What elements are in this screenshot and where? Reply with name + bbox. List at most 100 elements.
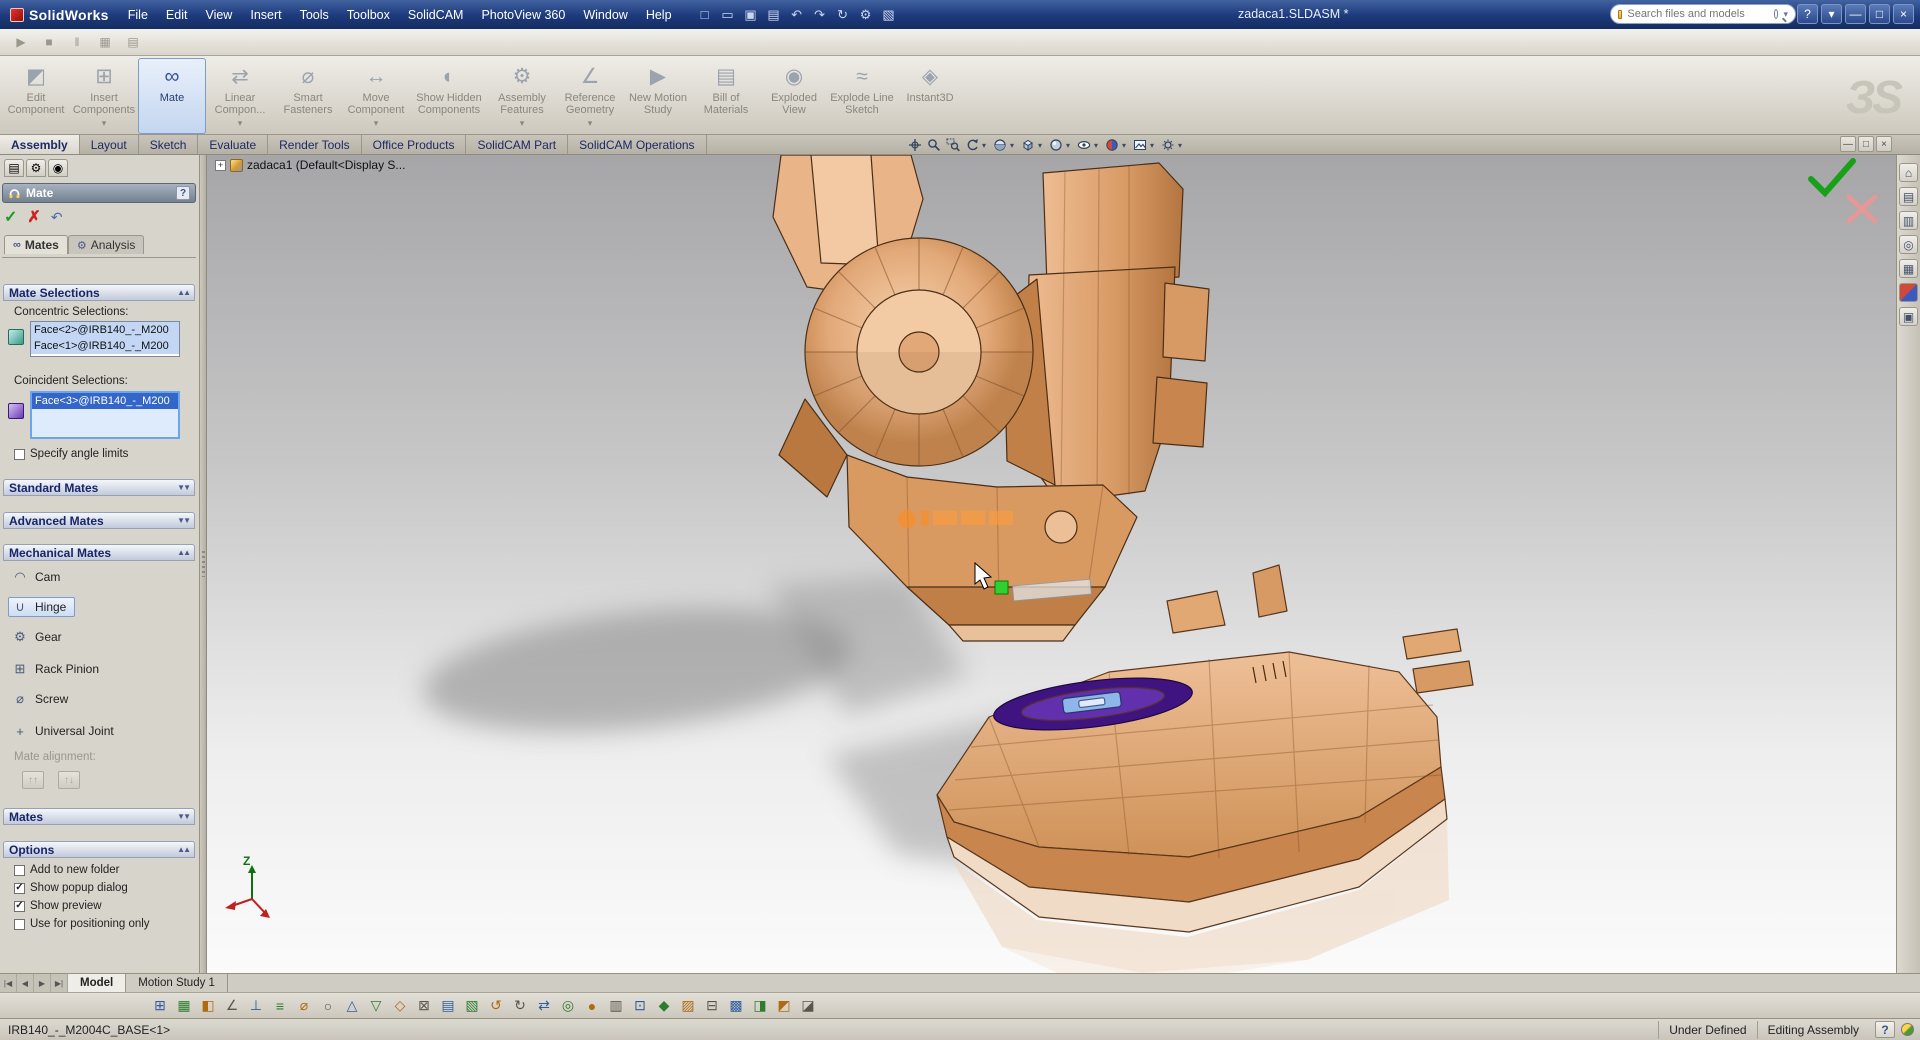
tab-solidcam-part[interactable]: SolidCAM Part <box>466 135 568 154</box>
viewport[interactable]: Z + zadaca1 (Default<Display S... <box>207 155 1896 973</box>
show-preview-checkbox[interactable]: ✓ Show preview <box>14 899 102 913</box>
checkbox[interactable] <box>14 865 25 876</box>
3d-model-canvas[interactable]: Z <box>207 155 1896 973</box>
bottom-tool-icon[interactable]: ⊠ <box>414 996 434 1016</box>
bottom-tool-icon[interactable]: △ <box>342 996 362 1016</box>
view-orientation-icon[interactable] <box>1019 136 1037 154</box>
dropdown-caret-icon[interactable]: ▾ <box>1122 141 1130 150</box>
maximize-button[interactable]: □ <box>1869 4 1890 24</box>
quick-tips-icon[interactable]: ? <box>1875 1021 1895 1038</box>
crosshair-icon[interactable] <box>906 136 924 154</box>
robot-arm-part[interactable] <box>773 155 1209 641</box>
tab-layout[interactable]: Layout <box>80 135 139 154</box>
appearance-icon[interactable]: ▧ <box>879 5 899 25</box>
checkbox[interactable] <box>14 449 25 460</box>
bottom-tool-icon[interactable]: ⇄ <box>534 996 554 1016</box>
bottom-tool-icon[interactable]: ◪ <box>798 996 818 1016</box>
list-item[interactable]: Face<1>@IRB140_-_M200 <box>31 338 179 354</box>
redo-icon[interactable]: ↷ <box>810 5 830 25</box>
smart-fasteners-button[interactable]: ⌀ Smart Fasteners <box>274 58 342 134</box>
bottom-tool-icon[interactable]: ⌀ <box>294 996 314 1016</box>
dropdown-caret-icon[interactable]: ▾ <box>1150 141 1158 150</box>
tab-mates[interactable]: ∞ Mates <box>4 235 68 254</box>
move-component-button[interactable]: ↔ Move Component ▾ <box>342 58 410 134</box>
new-document-icon[interactable]: □ <box>695 5 715 25</box>
tab-scroll-first[interactable]: |◀ <box>0 974 17 992</box>
confirmation-corner[interactable] <box>1811 161 1875 221</box>
group-mates[interactable]: Mates ▼▼ <box>3 808 195 825</box>
help-button[interactable]: ? <box>1797 4 1818 24</box>
coincident-selections-list[interactable]: Face<3>@IRB140_-_M200 <box>30 391 180 439</box>
dropdown-caret-icon[interactable]: ▾ <box>1066 141 1074 150</box>
edit-appearance-icon[interactable] <box>1103 136 1121 154</box>
viewport-close-button[interactable]: × <box>1876 136 1892 152</box>
view-palette-icon[interactable]: ▦ <box>1899 259 1918 278</box>
edit-component-button[interactable]: ◩ Edit Component <box>2 58 70 134</box>
dropdown-caret-icon[interactable]: ▾ <box>1094 141 1102 150</box>
tab-assembly[interactable]: Assembly <box>0 135 80 154</box>
results-icon[interactable]: ▤ <box>122 32 144 52</box>
dropdown-caret-icon[interactable]: ▾ <box>1010 141 1018 150</box>
tab-sketch[interactable]: Sketch <box>139 135 199 154</box>
search-icon[interactable]: ◎ <box>1899 235 1918 254</box>
mate-type-cam[interactable]: ◠ Cam <box>8 567 69 587</box>
hide-show-items-icon[interactable] <box>1075 136 1093 154</box>
bottom-tool-icon[interactable]: ∠ <box>222 996 242 1016</box>
bottom-tool-icon[interactable]: ▽ <box>366 996 386 1016</box>
stop-icon[interactable]: ■ <box>38 32 60 52</box>
mate-type-hinge[interactable]: ∪ Hinge <box>8 597 75 617</box>
bottom-tool-icon[interactable]: ▨ <box>678 996 698 1016</box>
propertymanager-tab[interactable]: ▤ <box>4 159 24 177</box>
print-icon[interactable]: ▤ <box>764 5 784 25</box>
use-for-positioning-only-checkbox[interactable]: Use for positioning only <box>14 917 150 931</box>
new-motion-study-button[interactable]: ▶ New Motion Study <box>624 58 692 134</box>
appearances-tab[interactable]: ⚙ <box>26 159 46 177</box>
bottom-tool-icon[interactable]: ◆ <box>654 996 674 1016</box>
zoom-fit-icon[interactable] <box>925 136 943 154</box>
bottom-tool-icon[interactable]: ↺ <box>486 996 506 1016</box>
mate-type-universal-joint[interactable]: + Universal Joint <box>8 721 123 741</box>
bottom-tool-icon[interactable]: ⊥ <box>246 996 266 1016</box>
bottom-tool-icon[interactable]: ▤ <box>438 996 458 1016</box>
pause-icon[interactable]: ‖ <box>66 32 88 52</box>
tab-scroll-next[interactable]: ▶ <box>34 974 51 992</box>
menu-help[interactable]: Help <box>637 4 681 26</box>
bottom-tool-icon[interactable]: ◩ <box>774 996 794 1016</box>
help-icon[interactable]: ? <box>176 186 190 200</box>
assembly-tree-label[interactable]: zadaca1 (Default<Display S... <box>247 158 405 172</box>
menu-tools[interactable]: Tools <box>291 4 338 26</box>
bill-of-materials-button[interactable]: ▤ Bill of Materials <box>692 58 760 134</box>
previous-view-icon[interactable] <box>963 136 981 154</box>
exploded-view-button[interactable]: ◉ Exploded View <box>760 58 828 134</box>
design-library-icon[interactable]: ▤ <box>1899 187 1918 206</box>
panel-splitter[interactable] <box>200 155 207 973</box>
specify-angle-limits-checkbox[interactable]: Specify angle limits <box>14 447 128 461</box>
custom-properties-icon[interactable]: ▣ <box>1899 307 1918 326</box>
viewport-minimize-button[interactable]: — <box>1840 136 1856 152</box>
display-style-icon[interactable] <box>1047 136 1065 154</box>
menu-window[interactable]: Window <box>574 4 636 26</box>
bottom-tool-icon[interactable]: ○ <box>318 996 338 1016</box>
tab-scroll-last[interactable]: ▶| <box>51 974 68 992</box>
tab-solidcam-operations[interactable]: SolidCAM Operations <box>568 135 706 154</box>
tab-analysis[interactable]: ⚙ Analysis <box>68 235 145 254</box>
dropdown-caret-icon[interactable]: ▾ <box>1178 141 1186 150</box>
menu-solidcam[interactable]: SolidCAM <box>399 4 473 26</box>
aligned-button[interactable]: ↑↑ <box>22 771 44 789</box>
mate-type-rack-pinion[interactable]: ⊞ Rack Pinion <box>8 659 108 679</box>
list-item[interactable]: Face<2>@IRB140_-_M200 <box>31 322 179 338</box>
bottom-tool-icon[interactable]: ◇ <box>390 996 410 1016</box>
configuration-tab[interactable]: ◉ <box>48 159 68 177</box>
menu-toolbox[interactable]: Toolbox <box>338 4 399 26</box>
checkbox[interactable]: ✓ <box>14 901 25 912</box>
show-hidden-components-button[interactable]: ◐ Show Hidden Components <box>410 58 488 134</box>
feature-tree-root[interactable]: + zadaca1 (Default<Display S... <box>215 158 405 172</box>
undo-icon[interactable]: ↶ <box>787 5 807 25</box>
open-icon[interactable]: ▭ <box>718 5 738 25</box>
bottom-tool-icon[interactable]: ◎ <box>558 996 578 1016</box>
group-advanced-mates[interactable]: Advanced Mates ▼▼ <box>3 512 195 529</box>
group-standard-mates[interactable]: Standard Mates ▼▼ <box>3 479 195 496</box>
search-icon[interactable] <box>1774 9 1778 19</box>
checkbox[interactable]: ✓ <box>14 883 25 894</box>
view-settings-icon[interactable] <box>1159 136 1177 154</box>
